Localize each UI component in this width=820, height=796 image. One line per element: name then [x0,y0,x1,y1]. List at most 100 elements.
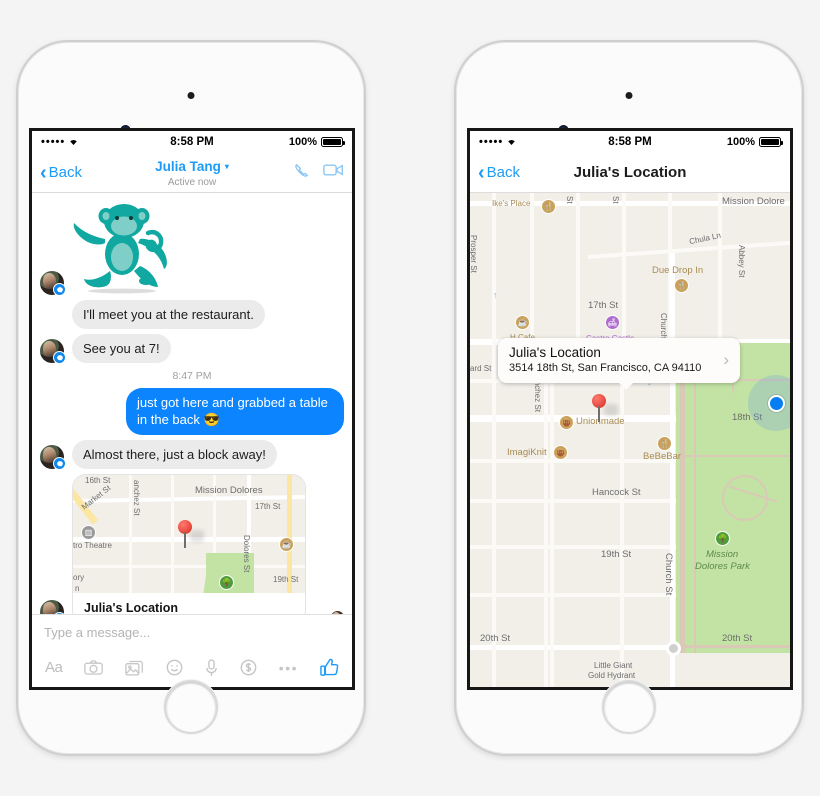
street-label-prosper: Prosper St [470,235,478,273]
area-label-mission-dolores: Mission Dolore [722,196,785,207]
message-input[interactable]: Type a message... [32,615,352,649]
message-bubble-incoming[interactable]: I'll meet you at the restaurant. [72,300,265,330]
map-view[interactable]: ↑ ↓ 🍴 Ike's Place Prosper St St St Chula… [470,193,790,687]
message-row-sticker [40,199,344,296]
battery-icon [321,137,345,147]
messenger-badge-icon [56,355,63,361]
video-camera-icon[interactable] [323,162,344,183]
status-bar-right: ••••• 8:58 PM 100% [470,131,790,153]
street-label-ard: ard St [470,364,492,373]
proximity-sensor [187,92,195,99]
photos-icon[interactable] [125,660,144,676]
park-label-line2: Dolores Park [695,561,750,572]
signal-dots: ••••• [41,135,66,148]
cafe-icon[interactable]: ☕ [515,315,530,330]
park-icon: 🌳 [219,574,234,590]
smiley-icon[interactable] [166,659,183,676]
dollar-icon[interactable] [240,659,257,676]
cafe-icon: ☕ [279,536,294,552]
back-label: Back [48,164,83,181]
nav-bar-left: ‹ Back Julia Tang ▾ Active now [32,153,352,193]
street-label-hancock: Hancock St [592,487,641,498]
callout-title: Julia's Location [509,345,601,360]
status-time: 8:58 PM [608,136,652,148]
shop-icon[interactable]: 👜 [559,415,574,430]
thread-title: Julia Tang [155,158,221,174]
destination-pin[interactable] [592,394,618,422]
messenger-badge-icon [56,460,63,467]
message-row: I'll meet you at the restaurant. [40,300,344,330]
monkey-sticker[interactable] [72,199,176,295]
microphone-icon[interactable] [205,658,218,677]
back-button[interactable]: ‹ Back [40,163,82,183]
wifi-icon [506,136,517,148]
more-options-button[interactable]: ••• [279,661,298,675]
message-bubble-incoming[interactable]: Almost there, just a block away! [72,439,277,469]
poi-label-due-drop-in: Due Drop In [652,265,704,276]
composer-bar: Type a message... Aa ••• [32,614,352,686]
poi-label-bebebar: BeBeBar [643,451,682,462]
poi-label-unionmade: Unionmade [576,416,625,427]
chevron-left-icon: ‹ [40,161,47,184]
hydrant-icon[interactable] [666,641,681,656]
street-label-19th: 19th St [601,549,632,560]
restaurant-icon[interactable]: 🍴 [541,199,556,214]
nightlife-icon[interactable]: 🛋 [605,315,620,330]
blue-location-dot[interactable] [768,395,785,412]
location-message-card[interactable]: 16th St Market St anchez St Mission Dolo… [72,473,306,614]
map-thumbnail[interactable]: 16th St Market St anchez St Mission Dolo… [73,474,305,593]
message-row: Almost there, just a block away! [40,439,344,470]
avatar[interactable] [40,339,66,365]
signal-dots: ••••• [479,135,504,148]
back-label: Back [486,164,521,181]
callout-address: 3514 18th St, San Francisco, CA 94110 [509,362,702,374]
chevron-right-icon[interactable]: › [723,350,729,370]
avatar[interactable] [40,444,66,470]
street-label-a: St [565,196,574,204]
street-label-church-top: Church [659,313,668,339]
text-format-button[interactable]: Aa [45,659,63,676]
home-button[interactable] [164,680,218,734]
battery-icon [759,137,783,147]
back-button[interactable]: ‹ Back [478,163,520,183]
landmark-icon: ▥ [81,524,96,540]
nav-bar-right: ‹ Back Julia's Location [470,153,790,193]
park-label-line1: Mission [706,549,739,560]
camera-icon[interactable] [84,660,104,675]
status-bar-left: ••••• 8:58 PM 100% [32,131,352,153]
poi-label-hydrant-1: Little Giant [594,661,633,670]
message-bubble-incoming[interactable]: See you at 7! [72,334,171,364]
phone-icon[interactable] [293,162,310,184]
message-bubble-outgoing[interactable]: just got here and grabbed a table in the… [126,388,344,435]
messenger-badge-icon [56,287,63,293]
restaurant-icon[interactable]: 🍴 [657,436,672,451]
message-thread[interactable]: I'll meet you at the restaurant. See you… [32,193,352,614]
message-row-location: 16th St Market St anchez St Mission Dolo… [40,473,344,614]
battery-percent: 100% [288,136,317,148]
park-icon[interactable]: 🌳 [715,531,730,546]
location-pin [178,519,204,548]
shop-icon[interactable]: 👜 [553,445,568,460]
status-time: 8:58 PM [170,136,214,148]
thumbs-up-icon[interactable] [320,658,339,677]
street-label-abbey: Abbey St [737,245,746,278]
street-label-20th: 20th St [722,633,753,644]
screen-right: ••••• 8:58 PM 100% ‹ Back Julia's Locati… [467,128,793,690]
screen-left: ••••• 8:58 PM 100% ‹ Back Julia Tang ▾ A… [29,128,355,690]
chevron-down-icon: ▾ [224,161,229,171]
battery-percent: 100% [726,136,755,148]
home-button[interactable] [602,680,656,734]
avatar[interactable] [40,271,66,296]
restaurant-icon[interactable]: 🍴 [674,278,689,293]
proximity-sensor [625,92,633,99]
chevron-left-icon: ‹ [478,161,485,184]
phone-device-right: ••••• 8:58 PM 100% ‹ Back Julia's Locati… [454,40,804,756]
avatar[interactable] [40,599,66,614]
location-callout[interactable]: Julia's Location 3514 18th St, San Franc… [498,338,740,390]
thread-title-button[interactable]: Julia Tang ▾ [155,159,229,174]
location-card-label: Julia's Location [84,600,178,614]
poi-label-imagiknit: ImagiKnit [507,447,547,458]
street-label-20th-left: 20th St [480,633,511,644]
message-row-outgoing: just got here and grabbed a table in the… [40,388,344,435]
page-title: Julia's Location [573,163,687,181]
